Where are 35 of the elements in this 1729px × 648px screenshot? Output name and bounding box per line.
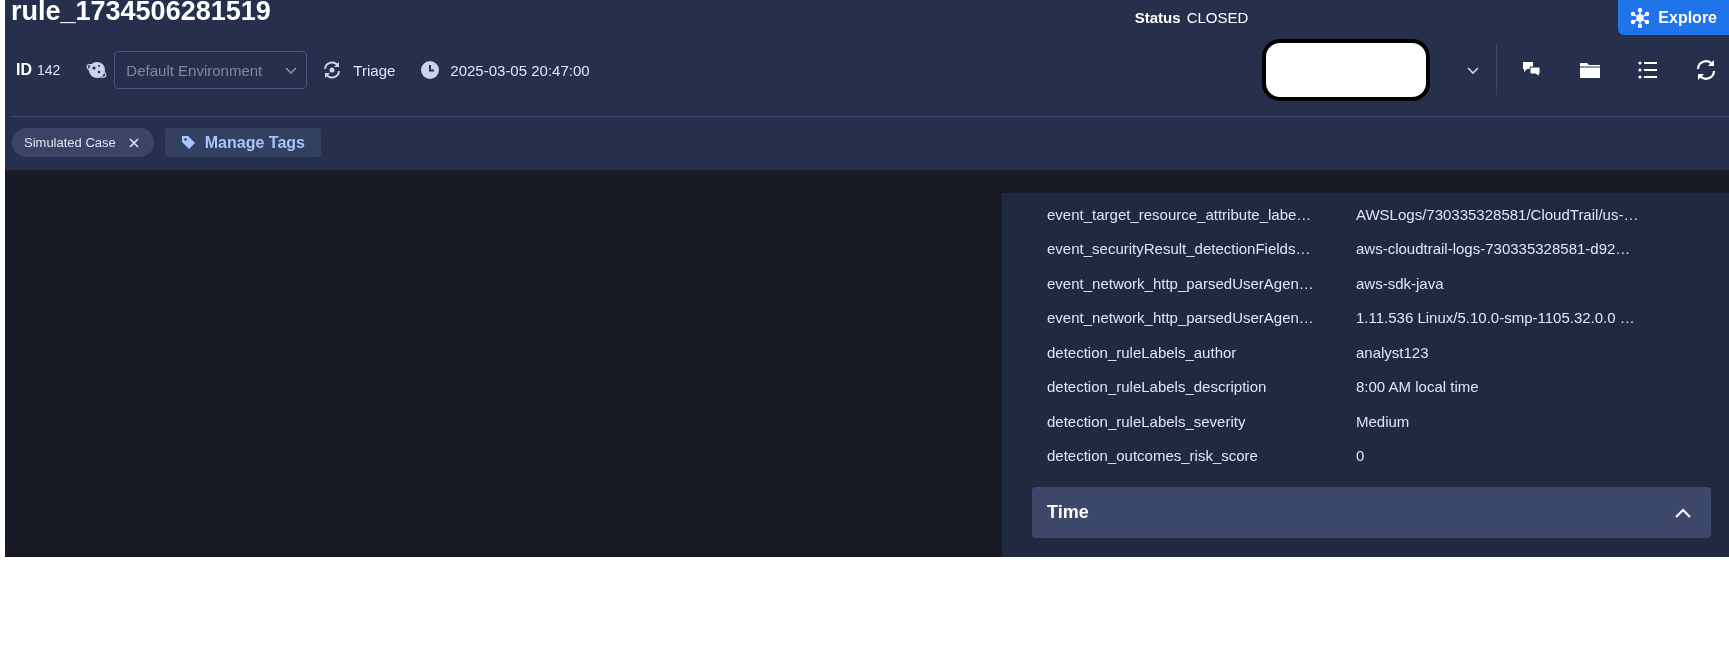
stage-label: Triage: [353, 61, 396, 79]
field-name: event_securityResult_detectionFields…: [1047, 240, 1312, 258]
status-label: Status: [1134, 9, 1181, 26]
environment-select[interactable]: Default Environment: [114, 51, 308, 89]
refresh-icon[interactable]: [1695, 59, 1717, 81]
id-label: ID: [16, 61, 32, 79]
status-value: CLOSED: [1186, 9, 1249, 26]
field-value: 0: [1356, 447, 1365, 465]
field-name: event_network_http_parsedUserAgen…: [1047, 274, 1315, 292]
manage-tags-button[interactable]: Manage Tags: [164, 128, 321, 157]
field-name: event_target_resource_attribute_labe…: [1047, 205, 1313, 223]
section-header[interactable]: Time: [1032, 487, 1711, 538]
field-value: aws-cloudtrail-logs-730335328581-d92…: [1356, 240, 1631, 258]
case-title: rule_1734506281519: [10, 0, 272, 26]
field-value: 1.11.536 Linux/5.10.0-smp-1105.32.0.0 …: [1356, 309, 1635, 327]
field-name: detection_ruleLabels_severity: [1047, 412, 1247, 430]
field-value: AWSLogs/730335328581/CloudTrail/us-…: [1356, 205, 1639, 223]
field-value: Medium: [1356, 412, 1410, 430]
id-value: 142: [37, 62, 61, 78]
network-icon: [1630, 7, 1651, 28]
field-name: detection_ruleLabels_description: [1047, 378, 1268, 396]
field-value: 8:00 AM local time: [1356, 378, 1479, 396]
tag-icon: [180, 135, 196, 150]
tag-label: Simulated Case: [24, 135, 116, 150]
planet-icon: [86, 59, 109, 81]
close-icon[interactable]: [127, 136, 140, 149]
field-value: aws-sdk-java: [1356, 274, 1444, 292]
field-value: analyst123: [1356, 343, 1429, 361]
timestamp: 2025-03-05 20:47:00: [450, 61, 590, 79]
list-icon[interactable]: [1637, 59, 1659, 81]
field-name: event_network_http_parsedUserAgen…: [1047, 309, 1315, 327]
clock-icon: [420, 60, 441, 80]
field-name: detection_ruleLabels_author: [1047, 343, 1238, 361]
explore-button[interactable]: Explore: [1618, 0, 1729, 35]
field-name: detection_outcomes_risk_score: [1047, 447, 1259, 465]
